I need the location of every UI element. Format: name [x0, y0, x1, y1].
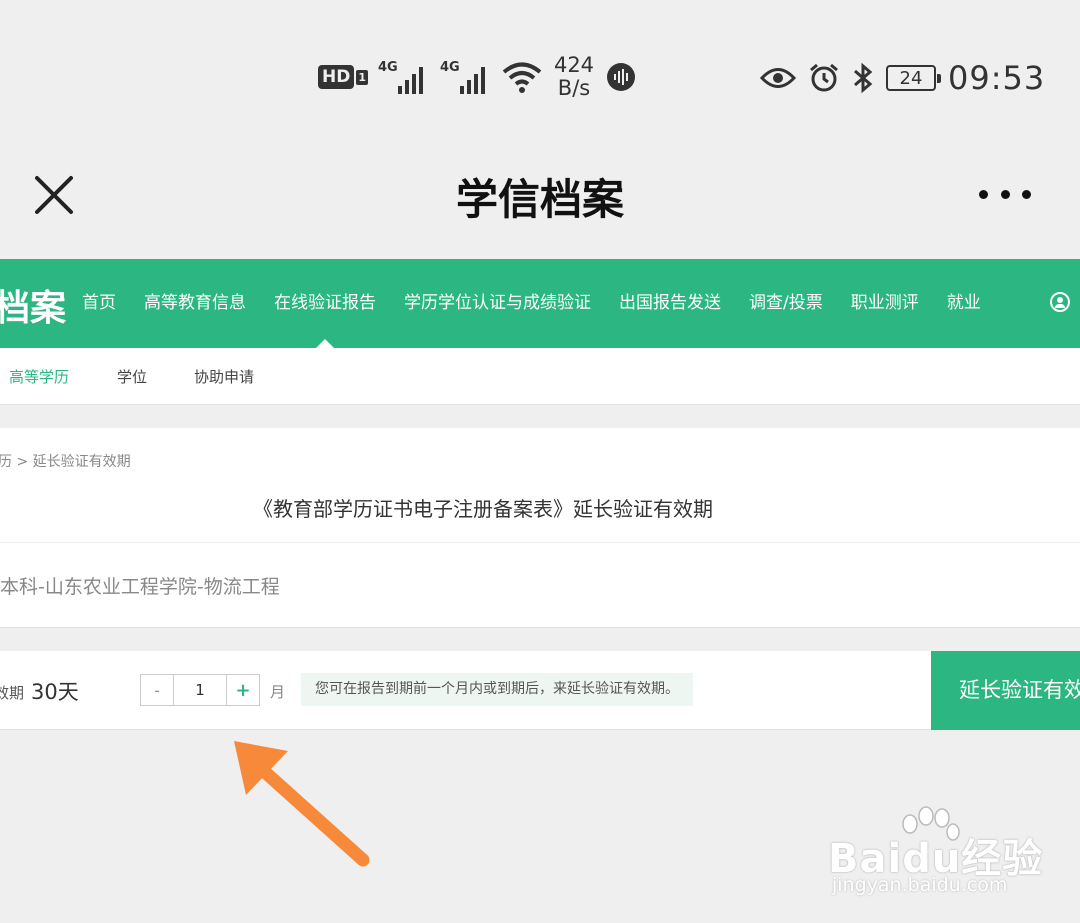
- battery-level: 24: [899, 67, 923, 89]
- increment-button[interactable]: +: [226, 675, 259, 705]
- nav-item-employment[interactable]: 就业: [933, 259, 995, 348]
- remaining-validity-label: 效期: [0, 684, 25, 702]
- nav-item-home[interactable]: 首页: [68, 259, 130, 348]
- card-title: 《教育部学历证书电子注册备案表》延长验证有效期: [253, 497, 713, 521]
- status-right: 24 09:53: [760, 55, 1045, 101]
- education-record: 本科-山东农业工程学院-物流工程: [0, 576, 280, 598]
- breadcrumb-current: 延长验证有效期: [32, 454, 131, 470]
- more-dot-icon: [979, 189, 988, 199]
- page-title: 学信档案: [455, 175, 624, 224]
- signal-1-icon: 4G: [378, 60, 430, 94]
- wifi-icon: [502, 62, 542, 93]
- annotation-arrow-icon: [234, 741, 370, 867]
- nav-items: 首页 高等教育信息 在线验证报告 学历学位认证与成绩验证 出国报告发送 调查/投…: [68, 259, 995, 348]
- eye-icon: [760, 68, 796, 88]
- month-unit-label: 月: [270, 683, 286, 701]
- more-options-button[interactable]: [975, 180, 1035, 208]
- speed-value: 424: [553, 53, 595, 77]
- clock: 09:53: [948, 59, 1046, 97]
- site-logo[interactable]: 档案: [0, 279, 66, 331]
- remaining-validity-value: 30天: [31, 680, 79, 704]
- months-input[interactable]: [174, 675, 226, 705]
- month-stepper: - +: [140, 674, 260, 706]
- watermark-url: jingyan.baidu.com: [832, 874, 1008, 896]
- extend-validity-button[interactable]: 延长验证有效期: [931, 651, 1080, 730]
- breadcrumb: 历 > 延长验证有效期: [0, 451, 131, 471]
- nav-item-career-test[interactable]: 职业测评: [837, 259, 933, 348]
- signal-2-icon: 4G: [440, 60, 492, 94]
- tab-higher-degree[interactable]: 高等学历: [9, 366, 69, 387]
- divider: [0, 542, 1080, 543]
- battery-icon: 24: [886, 65, 941, 91]
- network-speed: 424 B/s: [552, 54, 596, 100]
- hd-sim-label: 1: [356, 69, 368, 85]
- network-1-label: 4G: [378, 60, 398, 75]
- extend-hint: 您可在报告到期前一个月内或到期后，来延长验证有效期。: [301, 673, 693, 706]
- nav-item-overseas-report[interactable]: 出国报告发送: [605, 259, 735, 348]
- tab-assist-apply[interactable]: 协助申请: [194, 366, 254, 387]
- nav-item-survey[interactable]: 调查/投票: [735, 259, 837, 348]
- status-bar: HD 1 4G 4G 424 B/s 24 09:53: [0, 0, 1080, 140]
- breadcrumb-separator: >: [12, 454, 33, 470]
- report-info-card: 历 > 延长验证有效期 《教育部学历证书电子注册备案表》延长验证有效期 本科-山…: [0, 428, 1080, 628]
- title-bar: 学信档案: [0, 140, 1080, 258]
- status-left: HD 1 4G 4G 424 B/s: [318, 52, 636, 102]
- bluetooth-icon: [854, 62, 873, 94]
- main-nav: 档案 首页 高等教育信息 在线验证报告 学历学位认证与成绩验证 出国报告发送 调…: [0, 259, 1080, 348]
- network-2-label: 4G: [440, 60, 460, 75]
- sub-nav: 高等学历 学位 协助申请: [0, 348, 1080, 405]
- speed-unit: B/s: [557, 76, 591, 100]
- voice-assistant-icon: [607, 63, 635, 91]
- extend-validity-card: 效期 30天 - + 月 您可在报告到期前一个月内或到期后，来延长验证有效期。 …: [0, 651, 1080, 730]
- hd-voice-icon: HD 1: [318, 65, 368, 89]
- breadcrumb-prev[interactable]: 历: [0, 454, 12, 470]
- decrement-button[interactable]: -: [141, 675, 174, 705]
- user-icon[interactable]: [1050, 292, 1070, 312]
- hd-label: HD: [318, 65, 355, 89]
- nav-item-higher-education[interactable]: 高等教育信息: [130, 259, 260, 348]
- alarm-icon: [810, 63, 838, 92]
- nav-item-online-verification[interactable]: 在线验证报告: [260, 259, 390, 348]
- nav-item-certification[interactable]: 学历学位认证与成绩验证: [390, 259, 605, 348]
- tab-degree[interactable]: 学位: [117, 366, 147, 387]
- more-dot-icon: [1000, 189, 1010, 199]
- more-dot-icon: [1022, 189, 1031, 199]
